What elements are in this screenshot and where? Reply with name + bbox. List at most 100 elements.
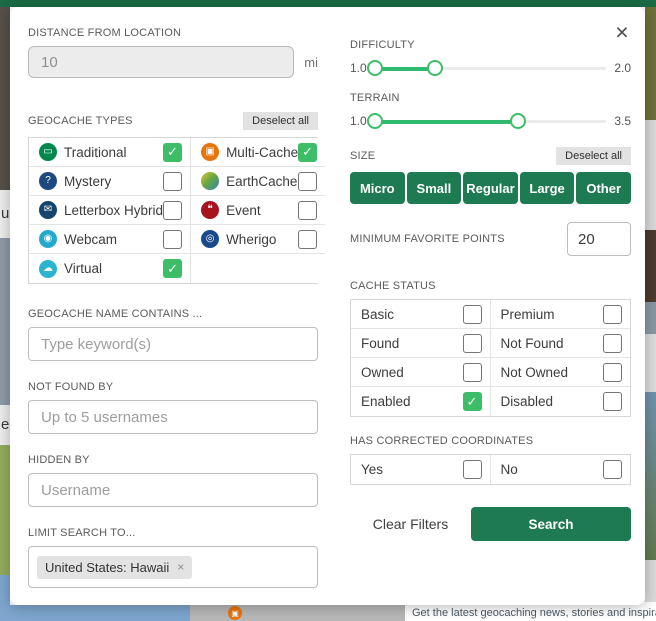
background-photo xyxy=(0,7,10,190)
cache-status-label: Not Found xyxy=(501,336,564,351)
background-map-tiles xyxy=(190,605,405,621)
geocache-type-cell[interactable]: ▣Multi-Cache✓ xyxy=(191,138,325,167)
corrected-coordinates-cell[interactable]: No xyxy=(491,455,631,484)
geocache-type-cell[interactable]: ▭Traditional✓ xyxy=(29,138,191,167)
geocache-type-cell[interactable]: ?Mystery xyxy=(29,167,191,196)
size-group: SIZE Deselect all MicroSmallRegularLarge… xyxy=(350,147,631,204)
geocache-type-checkbox[interactable] xyxy=(298,201,317,220)
favorite-points-group: MINIMUM FAVORITE POINTS xyxy=(350,222,631,256)
size-option-button[interactable]: Regular xyxy=(463,172,518,204)
close-icon[interactable]: × xyxy=(609,19,635,45)
geocache-type-checkbox[interactable]: ✓ xyxy=(163,259,182,278)
terrain-low-handle[interactable] xyxy=(367,113,383,129)
search-button[interactable]: Search xyxy=(471,507,631,541)
geocache-type-checkbox[interactable] xyxy=(298,172,317,191)
corrected-coordinates-group: HAS CORRECTED COORDINATES YesNo xyxy=(350,435,631,485)
cache-status-checkbox[interactable] xyxy=(603,305,622,324)
wherigo-icon: ◎ xyxy=(201,230,219,248)
size-options: MicroSmallRegularLargeOther xyxy=(350,172,631,204)
cache-status-label: Disabled xyxy=(501,394,554,409)
background-photo xyxy=(0,238,10,405)
cache-status-label: Enabled xyxy=(361,394,411,409)
corrected-coordinates-checkbox[interactable] xyxy=(463,460,482,479)
corrected-coordinates-checkbox[interactable] xyxy=(603,460,622,479)
corrected-coordinates-label: HAS CORRECTED COORDINATES xyxy=(350,435,631,447)
geocache-type-label: Traditional xyxy=(64,145,127,160)
terrain-group: TERRAIN 1.0 3.5 xyxy=(350,92,631,131)
background-photo xyxy=(645,7,656,120)
difficulty-high-handle[interactable] xyxy=(427,60,443,76)
page: u e ▣ Get the latest geocaching news, st… xyxy=(0,0,656,621)
cache-status-checkbox[interactable] xyxy=(463,305,482,324)
cache-status-cell[interactable]: Basic xyxy=(351,300,491,329)
terrain-high-handle[interactable] xyxy=(510,113,526,129)
background-page-right-strip xyxy=(645,7,656,621)
mystery-icon: ? xyxy=(39,172,57,190)
cache-status-checkbox[interactable] xyxy=(603,363,622,382)
name-contains-label: GEOCACHE NAME CONTAINS ... xyxy=(28,308,318,320)
background-page-bottom-strip: ▣ Get the latest geocaching news, storie… xyxy=(0,605,656,621)
hidden-by-input[interactable] xyxy=(28,473,318,507)
size-label: SIZE xyxy=(350,150,375,162)
cache-status-checkbox[interactable] xyxy=(463,334,482,353)
difficulty-label: DIFFICULTY xyxy=(350,39,631,51)
cache-status-cell[interactable]: Premium xyxy=(491,300,631,329)
geocache-type-cell[interactable]: ❝Event xyxy=(191,196,325,225)
cache-status-checkbox[interactable] xyxy=(463,363,482,382)
filters-right-column: DIFFICULTY 1.0 2.0 TERRAIN 1.0 xyxy=(350,27,631,588)
difficulty-low-handle[interactable] xyxy=(367,60,383,76)
cache-status-cell[interactable]: Owned xyxy=(351,358,491,387)
geocache-type-empty-cell xyxy=(191,254,325,283)
cache-status-cell[interactable]: Not Found xyxy=(491,329,631,358)
background-photo xyxy=(645,392,656,560)
size-option-button[interactable]: Small xyxy=(407,172,462,204)
geocache-type-cell[interactable]: EarthCache xyxy=(191,167,325,196)
cache-status-cell[interactable]: Disabled xyxy=(491,387,631,416)
geocache-type-cell[interactable]: ◎Wherigo xyxy=(191,225,325,254)
background-photo xyxy=(645,302,656,334)
distance-label: DISTANCE FROM LOCATION xyxy=(28,27,318,39)
geocache-type-checkbox[interactable]: ✓ xyxy=(163,143,182,162)
region-tag: United States: Hawaii × xyxy=(37,556,192,579)
geocache-type-checkbox[interactable]: ✓ xyxy=(298,143,317,162)
geocache-type-cell[interactable]: ✉Letterbox Hybrid xyxy=(29,196,191,225)
geocache-type-checkbox[interactable] xyxy=(298,230,317,249)
filters-left-column: DISTANCE FROM LOCATION mi GEOCACHE TYPES… xyxy=(28,27,318,588)
deselect-all-types-button[interactable]: Deselect all xyxy=(243,112,318,130)
site-header-bar xyxy=(0,0,656,7)
not-found-by-input[interactable] xyxy=(28,400,318,434)
geocache-type-checkbox[interactable] xyxy=(163,230,182,249)
limit-search-input[interactable]: United States: Hawaii × xyxy=(28,546,318,588)
geocache-types-label: GEOCACHE TYPES xyxy=(28,115,133,127)
event-icon: ❝ xyxy=(201,201,219,219)
size-option-button[interactable]: Other xyxy=(576,172,631,204)
difficulty-slider-track[interactable] xyxy=(375,58,607,78)
actions-row: Clear Filters Search xyxy=(350,507,631,541)
corrected-coordinates-cell[interactable]: Yes xyxy=(351,455,491,484)
cache-status-label: Not Owned xyxy=(501,365,569,380)
favorite-points-input[interactable] xyxy=(567,222,631,256)
deselect-all-sizes-button[interactable]: Deselect all xyxy=(556,147,631,165)
background-panel xyxy=(645,560,656,602)
cache-status-cell[interactable]: Enabled ✓ xyxy=(351,387,491,416)
geocache-type-cell[interactable]: ☁Virtual✓ xyxy=(29,254,191,283)
cache-status-cell[interactable]: Found xyxy=(351,329,491,358)
geocache-type-checkbox[interactable] xyxy=(163,201,182,220)
search-filters-dialog: × DISTANCE FROM LOCATION mi GEOCACHE TYP… xyxy=(10,7,645,605)
terrain-slider-track[interactable] xyxy=(375,111,607,131)
cache-status-checkbox[interactable] xyxy=(603,392,622,411)
limit-search-group: LIMIT SEARCH TO... United States: Hawaii… xyxy=(28,527,318,588)
remove-tag-icon[interactable]: × xyxy=(177,560,184,574)
clear-filters-button[interactable]: Clear Filters xyxy=(350,516,471,532)
geocache-type-cell[interactable]: ◉Webcam xyxy=(29,225,191,254)
name-contains-input[interactable] xyxy=(28,327,318,361)
terrain-low-value: 1.0 xyxy=(350,114,367,128)
geocache-type-checkbox[interactable] xyxy=(163,172,182,191)
cache-status-cell[interactable]: Not Owned xyxy=(491,358,631,387)
cache-status-checkbox[interactable]: ✓ xyxy=(463,392,482,411)
size-option-button[interactable]: Large xyxy=(520,172,575,204)
not-found-by-group: NOT FOUND BY xyxy=(28,381,318,434)
size-option-button[interactable]: Micro xyxy=(350,172,405,204)
difficulty-slider: 1.0 2.0 xyxy=(350,58,631,78)
cache-status-checkbox[interactable] xyxy=(603,334,622,353)
